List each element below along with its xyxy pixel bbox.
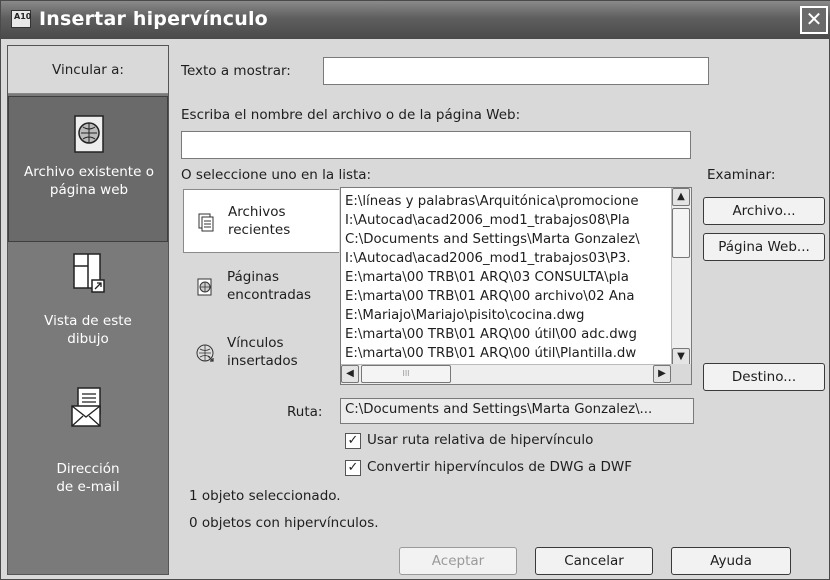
browsed-pages-icon [197, 278, 212, 296]
inserted-links-icon [196, 344, 214, 362]
relative-path-checkbox[interactable]: ✓ [345, 433, 361, 449]
sidebar-item-label-2: de e-mail [56, 479, 120, 495]
close-button[interactable]: ✕ [800, 6, 828, 34]
display-text-input[interactable] [323, 57, 709, 85]
list-item[interactable]: E:\marta\00 TRB\01 ARQ\03 CONSULTA\pla [345, 270, 629, 285]
list-item[interactable]: E:\líneas y palabras\Arquitónica\promoci… [345, 194, 639, 209]
list-item[interactable]: I:\Autocad\acad2006_mod1_trabajos08\Pla [345, 213, 630, 228]
vertical-scrollbar[interactable]: ▲ ▼ [671, 188, 691, 366]
browse-file-button[interactable]: Archivo... [703, 197, 825, 225]
sidebar-item-existing-file[interactable]: Archivo existente o página web [8, 96, 168, 242]
status-hyperlinked-objects: 0 objetos con hipervínculos. [189, 515, 379, 531]
recent-files-icon [198, 213, 214, 232]
help-button[interactable]: Ayuda [671, 547, 791, 575]
convert-dwg-dwf-checkbox[interactable]: ✓ [345, 460, 361, 476]
browse-label: Examinar: [707, 167, 776, 183]
ok-button[interactable]: Aceptar [399, 547, 517, 575]
drawing-view-icon [73, 253, 105, 293]
convert-dwg-dwf-label: Convertir hipervínculos de DWG a DWF [367, 459, 633, 475]
dialog-title: Insertar hipervínculo [39, 8, 268, 30]
list-item[interactable]: E:\marta\00 TRB\01 ARQ\00 útil\Plantilla… [345, 346, 636, 361]
hyperlink-dialog: A10 Insertar hipervínculo ✕ Vincular a: … [0, 0, 830, 580]
filename-input[interactable] [181, 131, 691, 159]
tab-label-1: Archivos [228, 204, 286, 220]
list-item[interactable]: C:\Documents and Settings\Marta Gonzalez… [345, 232, 640, 247]
sidebar-item-drawing-view[interactable]: Vista de este dibujo [8, 252, 168, 372]
status-selected-objects: 1 objeto seleccionado. [189, 488, 341, 504]
sidebar-item-label-2: dibujo [67, 331, 109, 347]
tab-label-2: insertados [227, 353, 298, 369]
sidebar-item-email[interactable]: Dirección de e-mail [8, 386, 168, 506]
path-label: Ruta: [287, 404, 323, 420]
sidebar-item-label-2: página web [49, 182, 129, 198]
display-text-label: Texto a mostrar: [181, 63, 291, 79]
select-list-label: O seleccione uno en la lista: [181, 167, 372, 183]
title-bar[interactable]: A10 Insertar hipervínculo ✕ [1, 1, 830, 39]
tab-label-2: recientes [228, 222, 291, 238]
scroll-right-arrow-icon[interactable]: ▶ [653, 365, 671, 383]
globe-page-icon [74, 115, 104, 153]
link-to-pane: Vincular a: Archivo existente o página w… [7, 45, 169, 575]
tab-label-2: encontradas [227, 287, 312, 303]
list-item[interactable]: E:\Mariajo\Mariajo\pisito\cocina.dwg [345, 308, 584, 323]
scroll-left-arrow-icon[interactable]: ◀ [341, 365, 359, 383]
sidebar-item-label-1: Dirección [56, 461, 120, 477]
tab-inserted-links[interactable]: Vínculos insertados [183, 321, 339, 385]
list-item[interactable]: E:\marta\00 TRB\01 ARQ\00 útil\00 adc.dw… [345, 327, 637, 342]
target-button[interactable]: Destino... [703, 363, 825, 391]
email-icon [71, 387, 101, 427]
horizontal-scrollbar[interactable]: ◀ III ▶ [341, 364, 671, 384]
tab-label-1: Páginas [227, 269, 279, 285]
list-item[interactable]: E:\marta\00 TRB\01 ARQ\00 archivo\02 Ana [345, 289, 635, 304]
sidebar-item-label-1: Archivo existente o [24, 164, 154, 180]
horizontal-scroll-thumb[interactable]: III [361, 365, 451, 383]
path-field: C:\Documents and Settings\Marta Gonzalez… [340, 398, 694, 424]
relative-path-label: Usar ruta relativa de hipervínculo [367, 432, 594, 448]
sidebar-item-label-1: Vista de este [44, 313, 132, 329]
scroll-up-arrow-icon[interactable]: ▲ [672, 188, 690, 206]
cancel-button[interactable]: Cancelar [535, 547, 653, 575]
filename-label: Escriba el nombre del archivo o de la pá… [181, 107, 521, 123]
link-to-header: Vincular a: [8, 46, 168, 94]
scrollbar-corner [671, 364, 691, 384]
autocad-icon: A10 [11, 10, 31, 28]
recent-files-list[interactable]: E:\líneas y palabras\Arquitónica\promoci… [340, 187, 692, 385]
tab-browsed-pages[interactable]: Páginas encontradas [183, 255, 339, 319]
list-item[interactable]: I:\Autocad\acad2006_mod1_trabajos03\P3. [345, 251, 631, 266]
tab-recent-files[interactable]: Archivos recientes [183, 189, 339, 253]
tab-label-1: Vínculos [227, 335, 284, 351]
vertical-scroll-thumb[interactable] [672, 208, 690, 258]
list-source-tabs: Archivos recientes Páginas encontradas V… [179, 187, 339, 385]
browse-web-page-button[interactable]: Página Web... [703, 233, 825, 261]
